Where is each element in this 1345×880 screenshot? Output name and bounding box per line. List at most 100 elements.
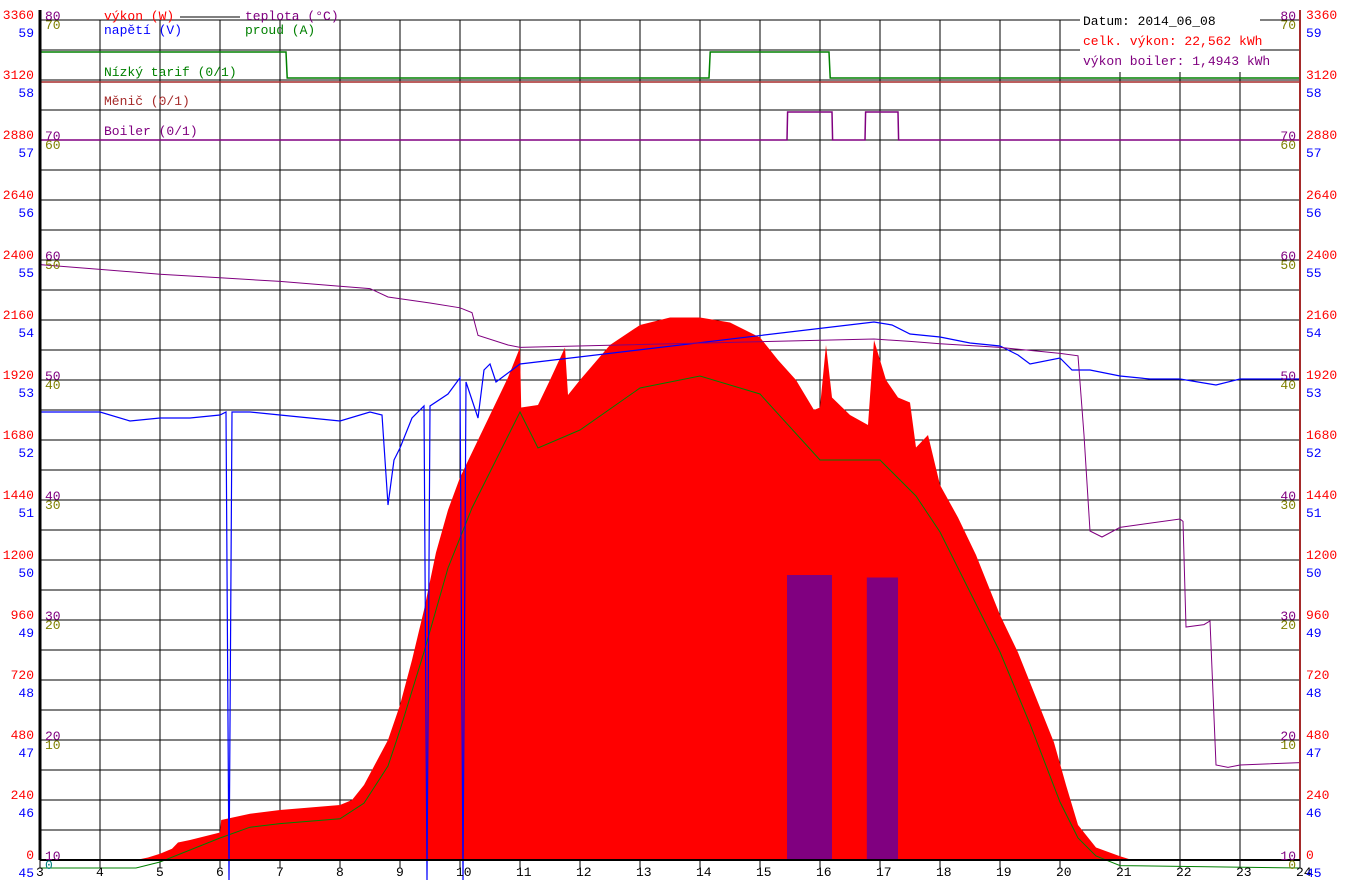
power-tick-label-left: 1440 (3, 488, 34, 503)
voltage-tick-label-right: 59 (1306, 26, 1322, 41)
voltage-tick-label-left: 58 (18, 86, 34, 101)
voltage-tick-label-right: 52 (1306, 446, 1322, 461)
power-tick-label-left: 3360 (3, 8, 34, 23)
x-tick-label: 21 (1116, 865, 1132, 880)
voltage-tick-label-right: 55 (1306, 266, 1322, 281)
legend-boiler: Boiler (0/1) (104, 124, 198, 139)
power-tick-label-left: 2400 (3, 248, 34, 263)
legend: výkon (W) napětí (V) teplota (°C) proud … (104, 9, 339, 139)
current-tick-label-right: 20 (1280, 618, 1296, 633)
voltage-tick-label-right: 57 (1306, 146, 1322, 161)
current-tick-label-right: 10 (1280, 738, 1296, 753)
x-tick-label: 14 (696, 865, 712, 880)
boiler-line (40, 111, 1300, 141)
solar-power-chart: 3 4 5 6 7 8 9 10 11 12 13 14 15 16 17 18 19 20 21 22 23 240 02… (3, 8, 1337, 880)
voltage-tick-label-right: 47 (1306, 746, 1322, 761)
power-tick-label-right: 1920 (1306, 368, 1337, 383)
boiler-power-block (787, 575, 832, 860)
x-tick-label: 11 (516, 865, 532, 880)
data-marks (39, 51, 1301, 880)
power-tick-label-right: 3120 (1306, 68, 1337, 83)
x-tick-label: 17 (876, 865, 892, 880)
legend-inverter: Měnič (0/1) (104, 94, 190, 109)
x-tick-label: 8 (336, 865, 344, 880)
voltage-tick-label-right: 51 (1306, 506, 1322, 521)
x-tick-label: 22 (1176, 865, 1192, 880)
voltage-tick-label-left: 50 (18, 566, 34, 581)
power-tick-label-left: 2640 (3, 188, 34, 203)
x-tick-label: 3 (36, 865, 44, 880)
current-tick-label-right: 0 (1288, 858, 1296, 873)
power-tick-label-right: 1200 (1306, 548, 1337, 563)
power-tick-label-right: 2400 (1306, 248, 1337, 263)
x-tick-label: 6 (216, 865, 224, 880)
power-tick-label-left: 480 (11, 728, 34, 743)
voltage-tick-label-left: 45 (18, 866, 34, 880)
current-tick-label-right: 40 (1280, 378, 1296, 393)
current-tick-label-right: 70 (1280, 18, 1296, 33)
current-tick-label-left: 20 (45, 618, 61, 633)
voltage-tick-label-right: 56 (1306, 206, 1322, 221)
x-tick-label: 20 (1056, 865, 1072, 880)
power-tick-label-right: 1440 (1306, 488, 1337, 503)
info-total-power: celk. výkon: 22,562 kWh (1083, 34, 1262, 49)
power-tick-label-right: 2640 (1306, 188, 1337, 203)
power-tick-label-left: 720 (11, 668, 34, 683)
power-area (40, 317, 1300, 860)
power-tick-label-right: 1680 (1306, 428, 1337, 443)
x-tick-label: 5 (156, 865, 164, 880)
power-tick-label-left: 0 (26, 848, 34, 863)
voltage-tick-label-left: 46 (18, 806, 34, 821)
voltage-tick-label-right: 53 (1306, 386, 1322, 401)
power-tick-label-left: 3120 (3, 68, 34, 83)
power-tick-label-left: 1200 (3, 548, 34, 563)
power-tick-label-left: 2160 (3, 308, 34, 323)
x-tick-label: 12 (576, 865, 592, 880)
voltage-tick-label-right: 50 (1306, 566, 1322, 581)
current-tick-label-left: 50 (45, 258, 61, 273)
power-tick-label-right: 720 (1306, 668, 1329, 683)
voltage-tick-label-left: 51 (18, 506, 34, 521)
voltage-tick-label-left: 47 (18, 746, 34, 761)
voltage-tick-label-right: 49 (1306, 626, 1322, 641)
voltage-tick-label-left: 56 (18, 206, 34, 221)
power-tick-label-left: 960 (11, 608, 34, 623)
legend-voltage: napětí (V) (104, 23, 182, 38)
x-tick-label: 16 (816, 865, 832, 880)
power-tick-label-right: 0 (1306, 848, 1314, 863)
power-tick-label-left: 240 (11, 788, 34, 803)
power-tick-label-right: 480 (1306, 728, 1329, 743)
x-tick-label: 9 (396, 865, 404, 880)
x-tick-label: 10 (456, 865, 472, 880)
boiler-power-block (866, 577, 898, 860)
info-boiler-power: výkon boiler: 1,4943 kWh (1083, 54, 1270, 69)
voltage-tick-label-left: 48 (18, 686, 34, 701)
power-tick-label-right: 240 (1306, 788, 1329, 803)
current-tick-label-left: 30 (45, 498, 61, 513)
current-tick-label-right: 60 (1280, 138, 1296, 153)
voltage-tick-label-left: 55 (18, 266, 34, 281)
legend-current: proud (A) (245, 23, 315, 38)
current-tick-label-left: 70 (45, 18, 61, 33)
current-tick-label-left: 40 (45, 378, 61, 393)
info-box: Datum: 2014_06_08 celk. výkon: 22,562 kW… (1080, 12, 1270, 72)
x-tick-label: 19 (996, 865, 1012, 880)
x-tick-label: 13 (636, 865, 652, 880)
voltage-tick-label-left: 49 (18, 626, 34, 641)
x-tick-label: 4 (96, 865, 104, 880)
x-tick-label: 23 (1236, 865, 1252, 880)
voltage-tick-label-right: 54 (1306, 326, 1322, 341)
voltage-tick-label-left: 53 (18, 386, 34, 401)
current-tick-label-right: 30 (1280, 498, 1296, 513)
info-date: Datum: 2014_06_08 (1083, 14, 1216, 29)
current-tick-label-left: 10 (45, 738, 61, 753)
current-tick-label-left: 60 (45, 138, 61, 153)
current-tick-label-right: 50 (1280, 258, 1296, 273)
legend-low-tariff: Nízký tarif (0/1) (104, 65, 237, 80)
x-tick-label: 18 (936, 865, 952, 880)
voltage-tick-label-right: 46 (1306, 806, 1322, 821)
power-tick-label-right: 960 (1306, 608, 1329, 623)
current-tick-label-left: 0 (45, 858, 53, 873)
voltage-tick-label-right: 48 (1306, 686, 1322, 701)
voltage-tick-label-right: 45 (1306, 866, 1322, 880)
